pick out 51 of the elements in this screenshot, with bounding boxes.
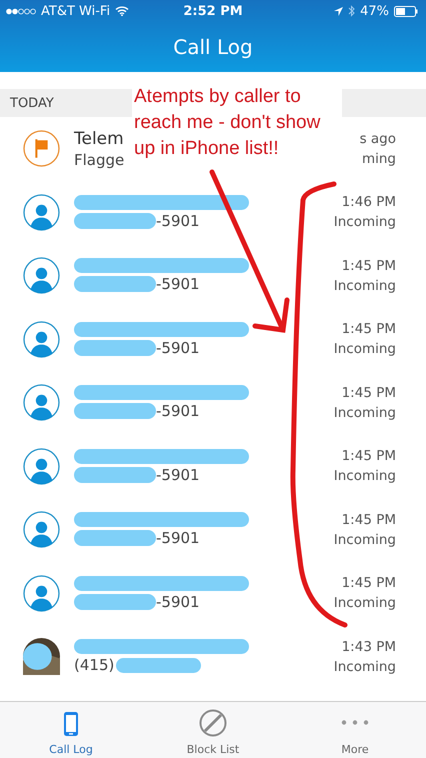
- tab-button[interactable]: Call Log: [0, 702, 142, 758]
- call-time: 1:46 PM: [342, 194, 396, 210]
- person-avatar-icon: [23, 194, 60, 231]
- battery-icon: [394, 6, 418, 16]
- person-avatar-icon: [23, 574, 60, 612]
- screen-title: Call Log: [173, 35, 253, 59]
- call-time: 1:45 PM: [342, 384, 396, 401]
- tab-button[interactable]: More: [284, 702, 426, 758]
- clock-time: 2:52 PM: [183, 4, 243, 18]
- call-time: 1:43 PM: [342, 638, 396, 655]
- call-direction: Incoming: [334, 404, 396, 421]
- location-icon: [334, 6, 344, 16]
- phone-number: (415): [74, 656, 114, 674]
- carrier-label: AT&T Wi-Fi: [41, 4, 110, 18]
- person-avatar-icon: [23, 384, 60, 422]
- call-time: 1:45 PM: [342, 321, 396, 338]
- person-avatar-icon: [23, 320, 60, 358]
- call-direction: Incoming: [334, 658, 396, 675]
- block-icon: [199, 709, 227, 737]
- call-direction: Incoming: [334, 468, 396, 484]
- more-icon: [341, 720, 369, 725]
- call-direction: Incoming: [334, 341, 396, 358]
- call-direction: Incoming: [334, 532, 396, 548]
- phone-number: Flagge: [74, 150, 124, 169]
- call-time: 1:45 PM: [342, 512, 396, 528]
- phone-number: -5901: [156, 338, 200, 357]
- phone-number: -5901: [156, 592, 200, 611]
- phone-icon: [63, 711, 79, 737]
- battery-percent: 47%: [360, 4, 389, 18]
- phone-number: -5901: [156, 529, 200, 548]
- caller-name: Telem: [74, 128, 124, 149]
- call-time: 1:45 PM: [342, 448, 396, 464]
- flag-avatar-icon: [23, 130, 60, 168]
- call-direction: Incoming: [334, 214, 396, 230]
- person-avatar-icon: [23, 448, 60, 485]
- phone-number: -5901: [156, 275, 200, 294]
- phone-number: -5901: [156, 402, 200, 420]
- signal-icon: [6, 8, 36, 14]
- person-avatar-icon: [23, 257, 60, 294]
- call-time: 1:45 PM: [342, 258, 396, 274]
- wifi-icon: [115, 6, 130, 16]
- phone-number: -5901: [156, 212, 200, 230]
- call-direction: Incoming: [334, 595, 396, 612]
- call-time: s ago: [360, 130, 396, 147]
- call-direction: Incoming: [334, 278, 396, 294]
- call-direction: ming: [362, 150, 396, 167]
- call-time: 1:45 PM: [342, 575, 396, 592]
- person-avatar-icon: [23, 511, 60, 548]
- bluetooth-icon: [348, 5, 356, 17]
- tab-button[interactable]: Block List: [142, 702, 284, 758]
- phone-number: -5901: [156, 466, 200, 484]
